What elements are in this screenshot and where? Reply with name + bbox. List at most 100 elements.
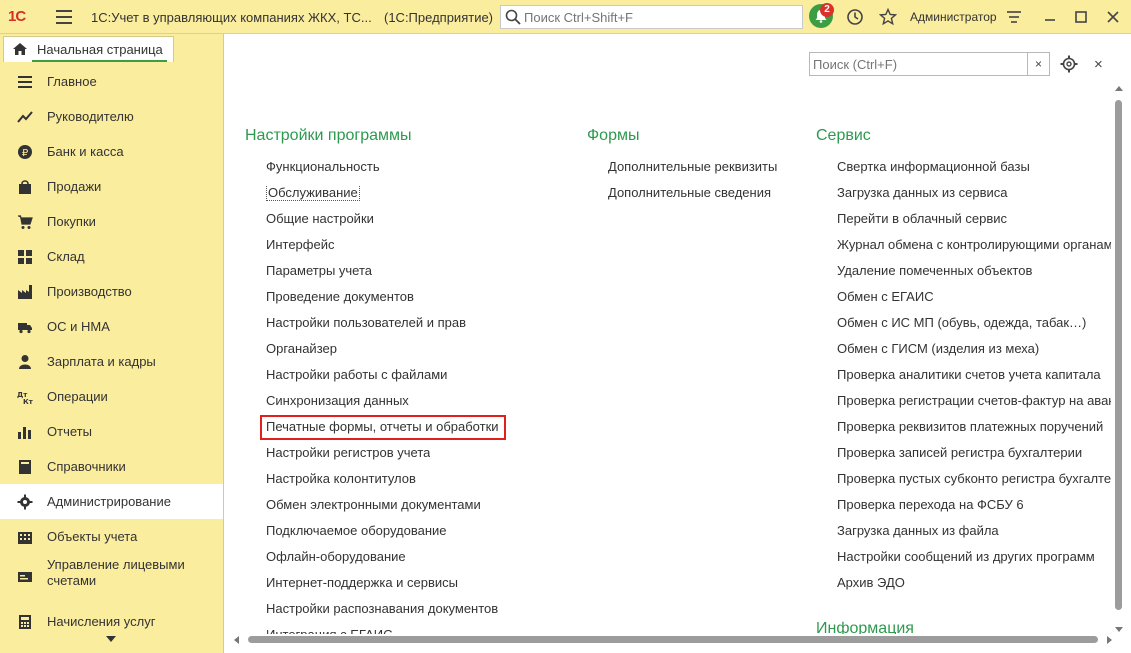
- minimize-icon[interactable]: [1041, 8, 1059, 26]
- global-search-input[interactable]: [524, 8, 799, 26]
- sidebar-item-main[interactable]: Главное: [0, 64, 223, 99]
- global-search[interactable]: [500, 5, 803, 29]
- settings-menu-icon[interactable]: [1005, 8, 1023, 26]
- horizontal-scrollbar[interactable]: [232, 634, 1112, 646]
- link-recognition-settings[interactable]: Настройки распознавания документов: [266, 601, 498, 617]
- home-page-tab[interactable]: Начальная страница: [3, 36, 174, 62]
- scroll-up-icon[interactable]: [1115, 86, 1123, 91]
- trend-icon: [17, 111, 33, 123]
- sidebar-item-objects[interactable]: Объекты учета: [0, 519, 223, 554]
- app-logo[interactable]: 1С: [8, 8, 26, 26]
- link-edo-archive[interactable]: Архив ЭДО: [837, 575, 1111, 591]
- shopping-bag-icon: [19, 180, 31, 194]
- scroll-right-icon[interactable]: [1107, 636, 1112, 644]
- panel-settings-gear-icon[interactable]: [1060, 55, 1078, 73]
- link-egais-integration[interactable]: Интеграция с ЕГАИС: [266, 627, 392, 634]
- building-icon: [18, 532, 32, 544]
- sidebar-item-sales[interactable]: Продажи: [0, 169, 223, 204]
- link-offline-equipment[interactable]: Офлайн-оборудование: [266, 549, 406, 565]
- panel-search-input[interactable]: [813, 55, 1003, 73]
- link-exchange-log[interactable]: Журнал обмена с контролирующими органами: [837, 237, 1111, 253]
- sidebar-item-operations[interactable]: Дт Кт Операции: [0, 379, 223, 414]
- factory-icon: [18, 285, 32, 299]
- link-document-posting[interactable]: Проведение документов: [266, 289, 414, 305]
- maximize-icon[interactable]: [1072, 8, 1090, 26]
- link-load-from-file[interactable]: Загрузка данных из файла: [837, 523, 1111, 539]
- link-functionality[interactable]: Функциональность: [266, 159, 380, 175]
- link-empty-subconto-check[interactable]: Проверка пустых субконто регистра бухгал…: [837, 471, 1111, 487]
- home-tab-indicator: [32, 60, 167, 62]
- scroll-left-icon[interactable]: [234, 636, 239, 644]
- sidebar-item-personal-accounts[interactable]: Управление лицевыми счетами: [0, 554, 223, 600]
- link-register-settings[interactable]: Настройки регистров учета: [266, 445, 430, 461]
- link-equipment[interactable]: Подключаемое оборудование: [266, 523, 447, 539]
- user-name[interactable]: Администратор: [910, 10, 997, 24]
- link-egais-exchange[interactable]: Обмен с ЕГАИС: [837, 289, 1111, 305]
- history-icon[interactable]: [846, 8, 864, 26]
- link-register-entries-check[interactable]: Проверка записей регистра бухгалтерии: [837, 445, 1111, 461]
- sidebar-item-salary[interactable]: Зарплата и кадры: [0, 344, 223, 379]
- sidebar-scroll-down-icon[interactable]: [106, 636, 116, 642]
- truck-icon: [18, 323, 32, 334]
- bar-chart-icon: [18, 427, 31, 439]
- link-users-rights[interactable]: Настройки пользователей и прав: [266, 315, 466, 331]
- highlight-frame: [260, 415, 506, 440]
- link-file-settings[interactable]: Настройки работы с файлами: [266, 367, 447, 383]
- title-bar: 1С 1С:Учет в управляющих компаниях ЖКХ, …: [0, 0, 1131, 34]
- window-close-icon[interactable]: [1104, 8, 1122, 26]
- link-edi[interactable]: Обмен электронными документами: [266, 497, 481, 513]
- home-tab-label: Начальная страница: [37, 42, 163, 57]
- link-accounting-parameters[interactable]: Параметры учета: [266, 263, 372, 279]
- sidebar-item-assets[interactable]: ОС и НМА: [0, 309, 223, 344]
- link-invoice-registration-check[interactable]: Проверка регистрации счетов-фактур на ав…: [837, 393, 1111, 409]
- sidebar-item-purchases[interactable]: Покупки: [0, 204, 223, 239]
- debit-credit-icon: ДтКт: [17, 391, 33, 405]
- link-organizer[interactable]: Органайзер: [266, 341, 337, 357]
- link-additional-attributes[interactable]: Дополнительные реквизиты: [608, 159, 777, 175]
- scroll-down-icon[interactable]: [1115, 627, 1123, 632]
- clear-search-button[interactable]: ×: [1028, 52, 1050, 76]
- link-fsbu6-check[interactable]: Проверка перехода на ФСБУ 6: [837, 497, 1111, 513]
- home-icon: [13, 43, 27, 55]
- vertical-scrollbar[interactable]: [1113, 84, 1125, 634]
- favorites-star-icon[interactable]: [879, 8, 897, 26]
- sections-sidebar: Главное Руководителю ₽ Банк и касса Прод…: [0, 63, 223, 653]
- sidebar-item-warehouse[interactable]: Склад: [0, 239, 223, 274]
- link-payment-orders-check[interactable]: Проверка реквизитов платежных поручений: [837, 419, 1111, 435]
- sidebar-item-services[interactable]: Начисления услуг: [0, 604, 223, 639]
- link-data-sync[interactable]: Синхронизация данных: [266, 393, 409, 409]
- section-title-program-settings: Настройки программы: [245, 127, 412, 144]
- search-icon: [505, 9, 521, 25]
- link-cloud-service[interactable]: Перейти в облачный сервис: [837, 211, 1111, 227]
- link-load-from-service[interactable]: Загрузка данных из сервиса: [837, 185, 1111, 201]
- sidebar-item-catalogs[interactable]: Справочники: [0, 449, 223, 484]
- link-interface[interactable]: Интерфейс: [266, 237, 334, 253]
- panel-close-button[interactable]: ×: [1094, 56, 1103, 73]
- sidebar-item-manager[interactable]: Руководителю: [0, 99, 223, 134]
- link-capital-analytics-check[interactable]: Проверка аналитики счетов учета капитала: [837, 367, 1111, 383]
- menu-lines-icon: [18, 76, 32, 88]
- sidebar-item-reports[interactable]: Отчеты: [0, 414, 223, 449]
- link-ismp-exchange[interactable]: Обмен с ИС МП (обувь, одежда, табак…): [837, 315, 1111, 331]
- calculator-icon: [19, 615, 31, 629]
- link-db-rollup[interactable]: Свертка информационной базы: [837, 159, 1111, 175]
- link-messages-settings[interactable]: Настройки сообщений из других программ: [837, 549, 1111, 565]
- sidebar-item-administration[interactable]: Администрирование: [0, 484, 223, 519]
- sidebar-item-production[interactable]: Производство: [0, 274, 223, 309]
- horizontal-scroll-thumb[interactable]: [248, 636, 1098, 643]
- link-general-settings[interactable]: Общие настройки: [266, 211, 374, 227]
- link-headers-footers[interactable]: Настройка колонтитулов: [266, 471, 416, 487]
- shopping-cart-icon: [18, 215, 33, 229]
- link-delete-marked[interactable]: Удаление помеченных объектов: [837, 263, 1111, 279]
- sidebar-item-bank[interactable]: ₽ Банк и касса: [0, 134, 223, 169]
- vertical-scroll-thumb[interactable]: [1115, 100, 1122, 610]
- link-additional-info[interactable]: Дополнительные сведения: [608, 185, 771, 201]
- person-icon: [19, 355, 31, 369]
- link-gism-exchange[interactable]: Обмен с ГИСМ (изделия из меха): [837, 341, 1111, 357]
- link-maintenance[interactable]: Обслуживание: [266, 185, 360, 201]
- link-internet-support[interactable]: Интернет-поддержка и сервисы: [266, 575, 458, 591]
- section-title-service: Сервис: [816, 127, 871, 144]
- panel-search[interactable]: [809, 52, 1028, 76]
- app-title: 1С:Учет в управляющих компаниях ЖКХ, ТС.…: [91, 10, 372, 25]
- main-menu-icon[interactable]: [56, 10, 72, 24]
